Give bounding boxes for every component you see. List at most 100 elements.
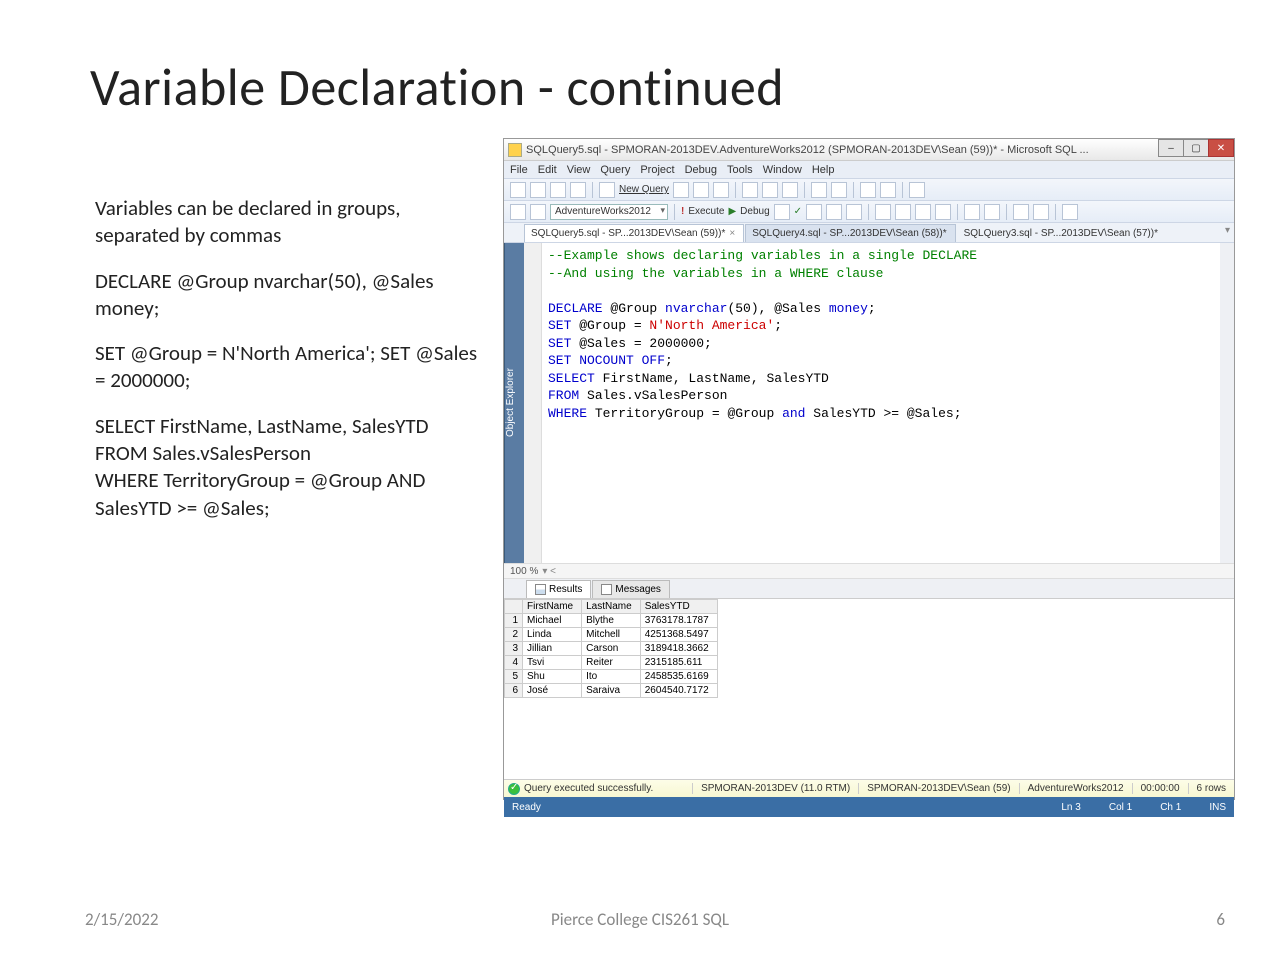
results-tab[interactable]: Results xyxy=(526,580,591,598)
status-ch: Ch 1 xyxy=(1160,802,1181,813)
rownum-header xyxy=(505,600,523,614)
table-row[interactable]: 2LindaMitchell4251368.5497 xyxy=(505,628,718,642)
menu-view[interactable]: View xyxy=(567,164,591,176)
maximize-button[interactable]: ▢ xyxy=(1183,139,1209,157)
tb-icon-c[interactable] xyxy=(713,182,729,198)
tab-sqlquery4[interactable]: SQLQuery4.sql - SP...2013DEV\Sean (58))* xyxy=(745,224,955,242)
tb2-g[interactable] xyxy=(935,204,951,220)
table-row[interactable]: 6JoséSaraiva2604540.7172 xyxy=(505,684,718,698)
editor-area: Object Explorer ≡ --Example shows declari… xyxy=(504,243,1234,563)
menu-query[interactable]: Query xyxy=(600,164,630,176)
tb2-b[interactable] xyxy=(826,204,842,220)
execute-button[interactable]: Execute xyxy=(688,206,724,217)
paste-icon[interactable] xyxy=(782,182,798,198)
menu-project[interactable]: Project xyxy=(640,164,674,176)
footer-page-number: 6 xyxy=(1216,909,1225,930)
run-icon[interactable] xyxy=(909,182,925,198)
tb-icon-e[interactable] xyxy=(880,182,896,198)
results-grid[interactable]: FirstName LastName SalesYTD 1MichaelBlyt… xyxy=(504,599,1234,779)
table-row[interactable]: 3JillianCarson3189418.3662 xyxy=(505,642,718,656)
ssms-screenshot: SQLQuery5.sql - SPMORAN-2013DEV.Adventur… xyxy=(503,138,1235,800)
copy-icon[interactable] xyxy=(762,182,778,198)
tb2-f[interactable] xyxy=(915,204,931,220)
messages-tab[interactable]: Messages xyxy=(592,580,670,598)
col-salesytd[interactable]: SalesYTD xyxy=(640,600,717,614)
menu-file[interactable]: File xyxy=(510,164,528,176)
tb-icon-b[interactable] xyxy=(693,182,709,198)
tab-sqlquery3[interactable]: SQLQuery3.sql - SP...2013DEV\Sean (57))* xyxy=(957,224,1167,242)
status-time: 00:00:00 xyxy=(1132,783,1188,794)
status-server: SPMORAN-2013DEV (11.0 RTM) xyxy=(692,783,858,794)
save-all-icon[interactable] xyxy=(570,182,586,198)
col-firstname[interactable]: FirstName xyxy=(523,600,582,614)
code-comment: --Example shows declaring variables in a… xyxy=(548,248,977,263)
new-project-icon[interactable] xyxy=(510,182,526,198)
stop-icon[interactable] xyxy=(774,204,790,220)
tb2-j[interactable] xyxy=(1062,204,1078,220)
parse-check-icon: ✓ xyxy=(794,206,802,217)
object-explorer-tab[interactable]: Object Explorer xyxy=(504,243,524,563)
redo-icon[interactable] xyxy=(831,182,847,198)
minimize-button[interactable]: – xyxy=(1158,139,1184,157)
tb2-h[interactable] xyxy=(964,204,980,220)
database-selector[interactable]: AdventureWorks2012 xyxy=(550,204,668,220)
tb2-a[interactable] xyxy=(806,204,822,220)
close-button[interactable]: ✕ xyxy=(1208,139,1234,157)
undo-icon[interactable] xyxy=(811,182,827,198)
tab-sqlquery5[interactable]: SQLQuery5.sql - SP...2013DEV\Sean (59))*… xyxy=(524,224,744,242)
success-icon xyxy=(508,783,520,795)
col-lastname[interactable]: LastName xyxy=(582,600,641,614)
tab-overflow-icon[interactable]: ▾ xyxy=(1225,225,1230,236)
menu-help[interactable]: Help xyxy=(812,164,835,176)
menu-window[interactable]: Window xyxy=(763,164,802,176)
menu-tools[interactable]: Tools xyxy=(727,164,753,176)
disconnect-icon[interactable] xyxy=(530,204,546,220)
footer-course: Pierce College CIS261 SQL xyxy=(551,909,729,930)
toolbar-1: New Query xyxy=(504,179,1234,201)
bullet-4: SELECT FirstName, LastName, SalesYTD FRO… xyxy=(95,413,485,522)
status-message: Query executed successfully. xyxy=(524,783,692,794)
tb2-i[interactable] xyxy=(984,204,1000,220)
results-tabstrip: Results Messages xyxy=(504,579,1234,599)
bullet-3: SET @Group = N'North America'; SET @Sale… xyxy=(95,340,485,395)
status-db: AdventureWorks2012 xyxy=(1019,783,1132,794)
zoom-bar: 100 % ▾ < xyxy=(504,563,1234,579)
save-icon[interactable] xyxy=(550,182,566,198)
code-comment: --And using the variables in a WHERE cla… xyxy=(548,266,883,281)
status-ins: INS xyxy=(1209,802,1226,813)
indent-icon[interactable] xyxy=(1013,204,1029,220)
status-line: Ln 3 xyxy=(1061,802,1080,813)
outdent-icon[interactable] xyxy=(1033,204,1049,220)
menu-edit[interactable]: Edit xyxy=(538,164,557,176)
execute-bang-icon: ! xyxy=(681,206,684,217)
tb-icon-d[interactable] xyxy=(860,182,876,198)
slide-body: Variables can be declared in groups, sep… xyxy=(95,195,485,540)
tb2-e[interactable] xyxy=(895,204,911,220)
tb-icon-a[interactable] xyxy=(673,182,689,198)
ide-status-bar: Ready Ln 3 Col 1 Ch 1 INS xyxy=(504,797,1234,817)
menu-debug[interactable]: Debug xyxy=(685,164,717,176)
table-row[interactable]: 4TsviReiter2315185.611 xyxy=(505,656,718,670)
sql-editor[interactable]: ≡ --Example shows declaring variables in … xyxy=(542,243,1234,563)
footer-date: 2/15/2022 xyxy=(85,909,158,930)
table-row[interactable]: 1MichaelBlythe3763178.1787 xyxy=(505,614,718,628)
table-row[interactable]: 5ShuIto2458535.6169 xyxy=(505,670,718,684)
open-icon[interactable] xyxy=(530,182,546,198)
change-connection-icon[interactable] xyxy=(510,204,526,220)
new-query-label[interactable]: New Query xyxy=(619,184,669,195)
query-status-strip: Query executed successfully. SPMORAN-201… xyxy=(504,779,1234,797)
ssms-app-icon xyxy=(508,143,522,157)
tb2-d[interactable] xyxy=(875,204,891,220)
cut-icon[interactable] xyxy=(742,182,758,198)
zoom-value[interactable]: 100 % xyxy=(510,566,538,577)
close-tab-icon[interactable]: × xyxy=(729,228,735,239)
new-query-icon[interactable] xyxy=(599,182,615,198)
grid-icon xyxy=(535,584,546,595)
window-titlebar: SQLQuery5.sql - SPMORAN-2013DEV.Adventur… xyxy=(504,139,1234,161)
bullet-1: Variables can be declared in groups, sep… xyxy=(95,195,485,250)
split-handle-icon[interactable]: ≡ xyxy=(1220,243,1234,257)
tb2-c[interactable] xyxy=(846,204,862,220)
document-tabs: SQLQuery5.sql - SP...2013DEV\Sean (59))*… xyxy=(504,223,1234,243)
messages-icon xyxy=(601,584,612,595)
debug-button[interactable]: Debug xyxy=(740,206,769,217)
